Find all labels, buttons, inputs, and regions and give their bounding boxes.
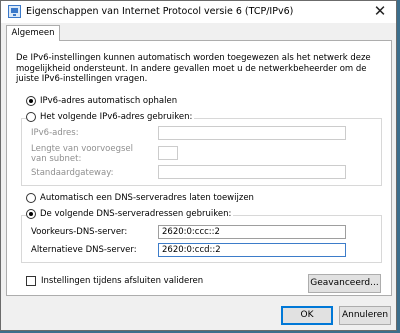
ok-button[interactable]: OK: [281, 306, 333, 325]
network-adapter-icon: [8, 5, 21, 18]
validate-on-exit-checkbox[interactable]: Instellingen tijdens afsluiten valideren: [26, 276, 203, 286]
radio-unselected-icon: [26, 112, 36, 122]
close-icon[interactable]: ✕: [371, 2, 389, 20]
gateway-label: Standaardgateway:: [31, 168, 114, 178]
window-title: Eigenschappen van Internet Protocol vers…: [26, 6, 294, 17]
ipv6-address-field[interactable]: [158, 126, 346, 140]
dns-manual-label: De volgende DNS-serveradressen gebruiken…: [40, 209, 232, 219]
cancel-button[interactable]: Annuleren: [339, 306, 391, 325]
preferred-dns-field[interactable]: [158, 225, 346, 239]
radio-selected-icon: [26, 209, 36, 219]
subnet-prefix-label: Lengte van voorvoegsel van subnet:: [31, 144, 133, 164]
dns-auto-label: Automatisch een DNS-serveradres laten to…: [40, 193, 254, 203]
ipv6-manual-radio[interactable]: Het volgende IPv6-adres gebruiken:: [26, 112, 195, 122]
advanced-button[interactable]: Geavanceerd...: [308, 274, 381, 293]
validate-on-exit-label: Instellingen tijdens afsluiten valideren: [41, 276, 204, 286]
ipv6-properties-dialog: Eigenschappen van Internet Protocol vers…: [0, 0, 397, 331]
dns-manual-radio[interactable]: De volgende DNS-serveradressen gebruiken…: [26, 209, 234, 219]
ipv6-auto-radio[interactable]: IPv6-adres automatisch ophalen: [26, 96, 180, 106]
subnet-prefix-field[interactable]: [158, 146, 178, 160]
radio-selected-icon: [26, 96, 36, 106]
dns-auto-radio[interactable]: Automatisch een DNS-serveradres laten to…: [26, 193, 256, 203]
tab-general[interactable]: Algemeen: [6, 25, 60, 41]
alternate-dns-field[interactable]: [158, 243, 346, 257]
ipv6-address-label: IPv6-adres:: [31, 128, 79, 138]
intro-text: De IPv6-instellingen kunnen automatisch …: [16, 53, 371, 84]
ipv6-auto-label: IPv6-adres automatisch ophalen: [40, 96, 178, 106]
checkbox-icon: [26, 276, 36, 286]
title-bar[interactable]: Eigenschappen van Internet Protocol vers…: [1, 1, 396, 23]
preferred-dns-label: Voorkeurs-DNS-server:: [31, 227, 128, 237]
gateway-field[interactable]: [158, 165, 346, 179]
radio-unselected-icon: [26, 193, 36, 203]
alternate-dns-label: Alternatieve DNS-server:: [31, 245, 137, 255]
ipv6-manual-label: Het volgende IPv6-adres gebruiken:: [40, 112, 193, 122]
